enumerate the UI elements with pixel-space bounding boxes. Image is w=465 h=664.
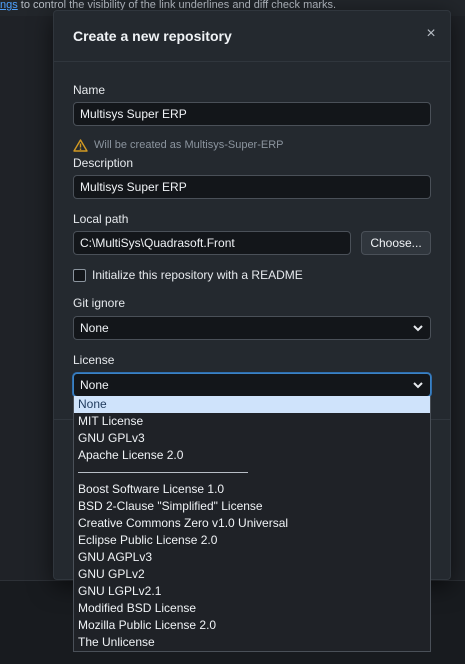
- git-ignore-label: Git ignore: [73, 296, 126, 310]
- license-option[interactable]: BSD 2-Clause "Simplified" License: [74, 498, 430, 515]
- license-option[interactable]: GNU GPLv2: [74, 566, 430, 583]
- description-input[interactable]: Multisys Super ERP: [73, 175, 431, 199]
- choose-path-button[interactable]: Choose...: [361, 231, 431, 255]
- close-icon[interactable]: ×: [422, 25, 440, 43]
- warning-text: Will be created as Multisys-Super-ERP: [94, 139, 284, 151]
- license-dropdown-list: None MIT License GNU GPLv3 Apache Licens…: [73, 396, 431, 652]
- license-select[interactable]: None: [73, 373, 431, 397]
- license-label: License: [73, 353, 115, 367]
- name-label: Name: [73, 83, 106, 97]
- readme-checkbox[interactable]: [73, 268, 86, 282]
- description-label: Description: [73, 156, 134, 170]
- chevron-down-icon: [413, 382, 423, 389]
- license-option[interactable]: Boost Software License 1.0: [74, 481, 430, 498]
- name-warning: Will be created as Multisys-Super-ERP: [73, 137, 284, 153]
- dialog-title: Create a new repository: [73, 28, 232, 44]
- name-input[interactable]: Multisys Super ERP: [73, 102, 431, 126]
- license-option[interactable]: Eclipse Public License 2.0: [74, 532, 430, 549]
- license-value: None: [80, 378, 109, 392]
- readme-label: Initialize this repository with a README: [92, 268, 303, 282]
- license-option[interactable]: Mozilla Public License 2.0: [74, 617, 430, 634]
- license-option[interactable]: Creative Commons Zero v1.0 Universal: [74, 515, 430, 532]
- license-option[interactable]: GNU AGPLv3: [74, 549, 430, 566]
- license-option[interactable]: Modified BSD License: [74, 600, 430, 617]
- license-option-none[interactable]: None: [74, 396, 430, 413]
- license-option-separator: [74, 464, 430, 481]
- readme-option: Initialize this repository with a README: [73, 268, 303, 282]
- git-ignore-value: None: [80, 321, 109, 335]
- git-ignore-select[interactable]: None: [73, 316, 431, 340]
- license-option[interactable]: GNU GPLv3: [74, 430, 430, 447]
- license-option[interactable]: The Unlicense: [74, 634, 430, 651]
- chevron-down-icon: [413, 325, 423, 332]
- settings-link[interactable]: ngs: [0, 0, 18, 11]
- warning-triangle-icon: [73, 138, 88, 152]
- local-path-label: Local path: [73, 212, 129, 226]
- license-option[interactable]: Apache License 2.0: [74, 447, 430, 464]
- license-option[interactable]: GNU LGPLv2.1: [74, 583, 430, 600]
- dialog-header: Create a new repository ×: [54, 11, 450, 62]
- local-path-input[interactable]: C:\MultiSys\Quadrasoft.Front: [73, 231, 351, 255]
- license-option[interactable]: MIT License: [74, 413, 430, 430]
